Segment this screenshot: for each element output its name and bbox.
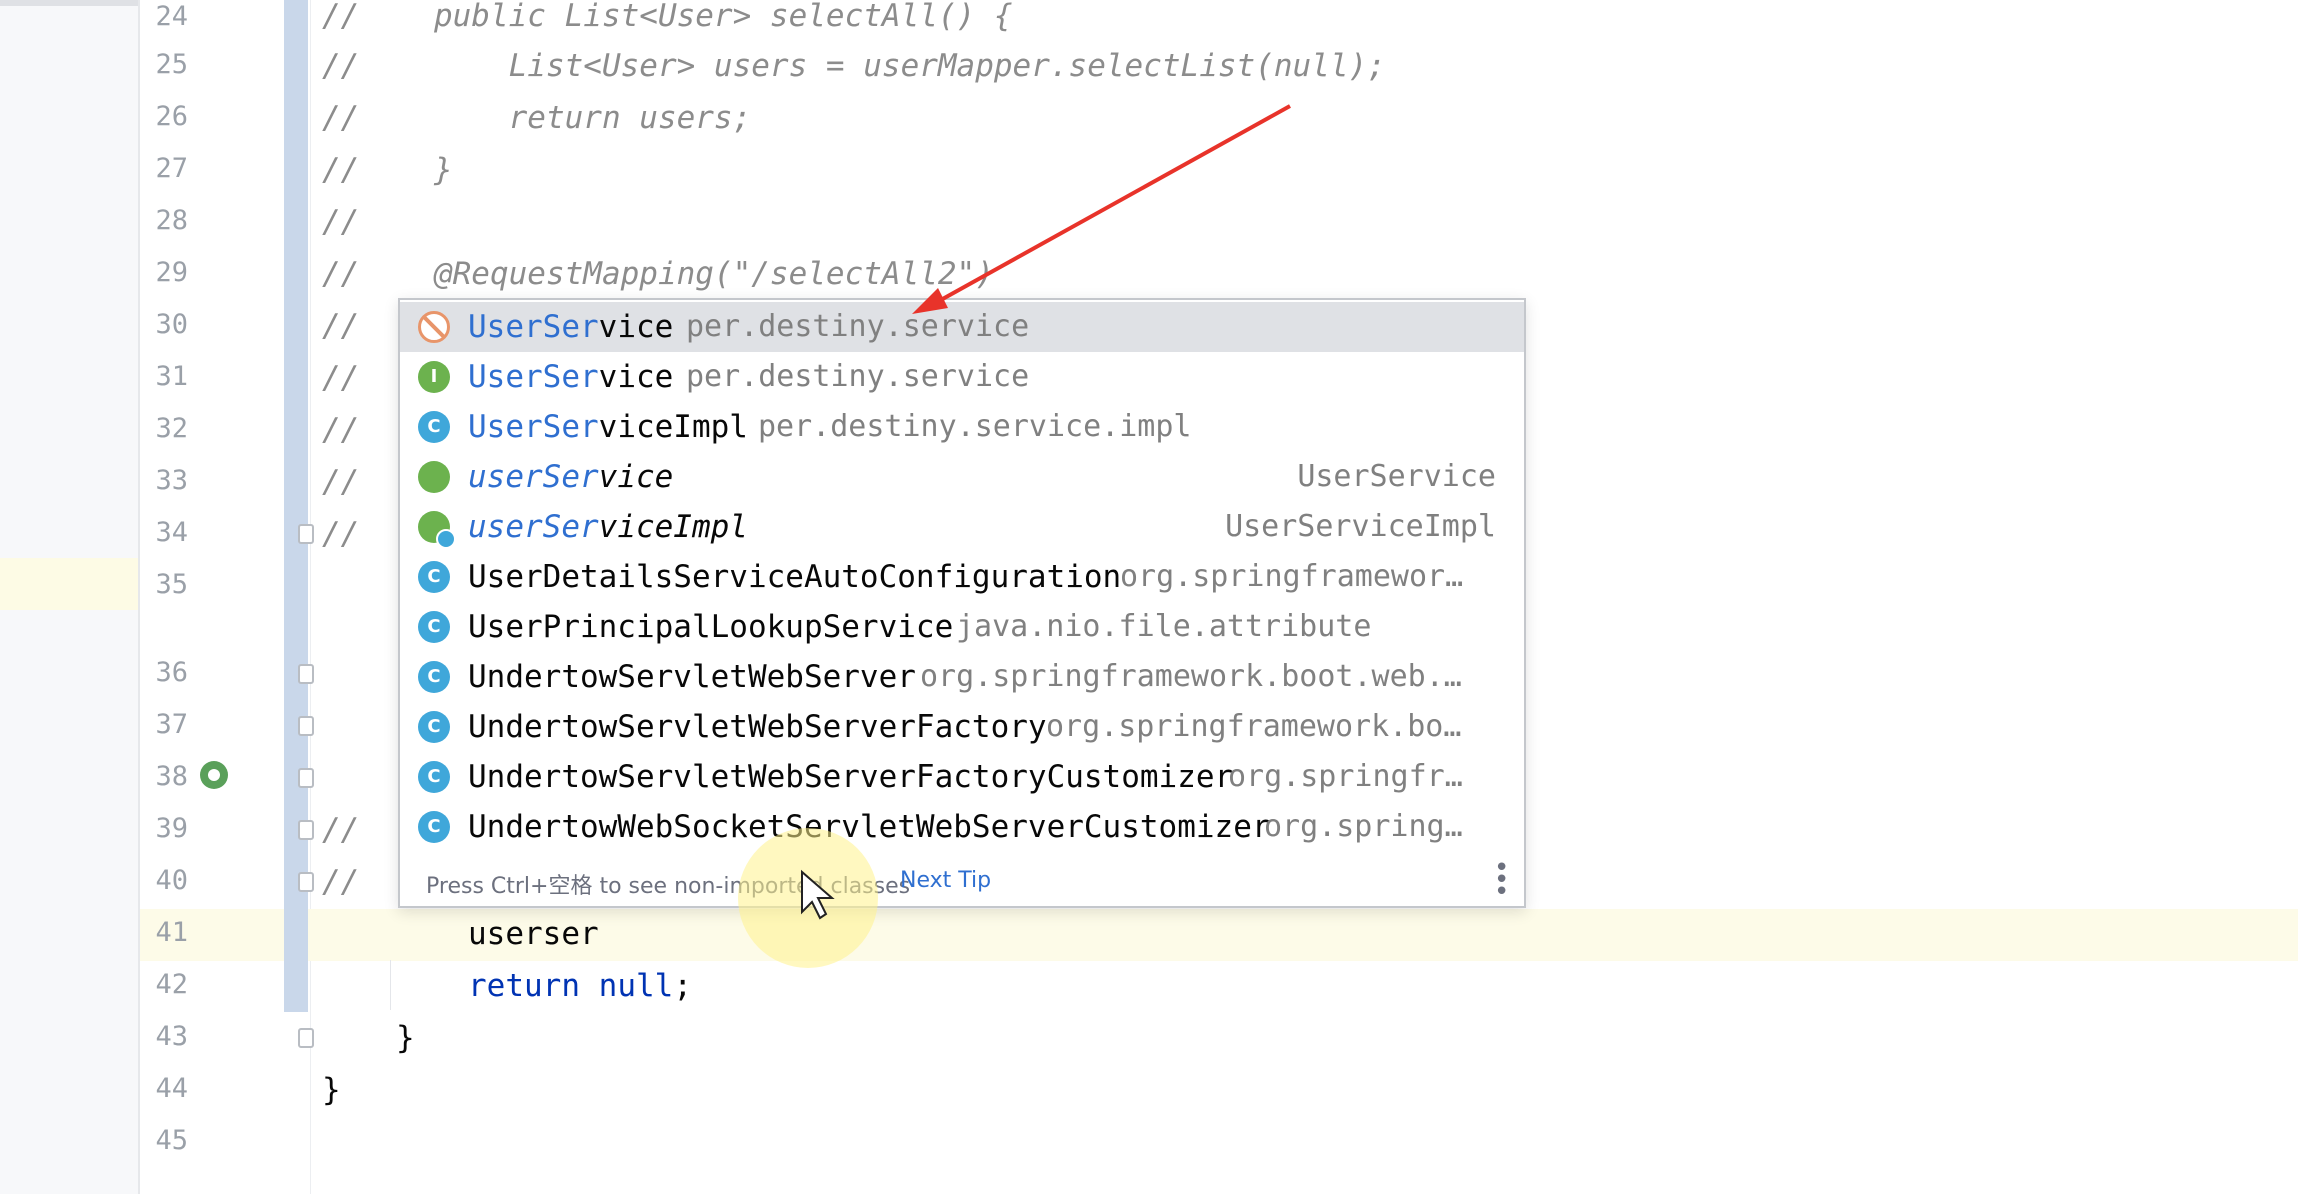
annotation-arrow <box>801 104 1291 920</box>
